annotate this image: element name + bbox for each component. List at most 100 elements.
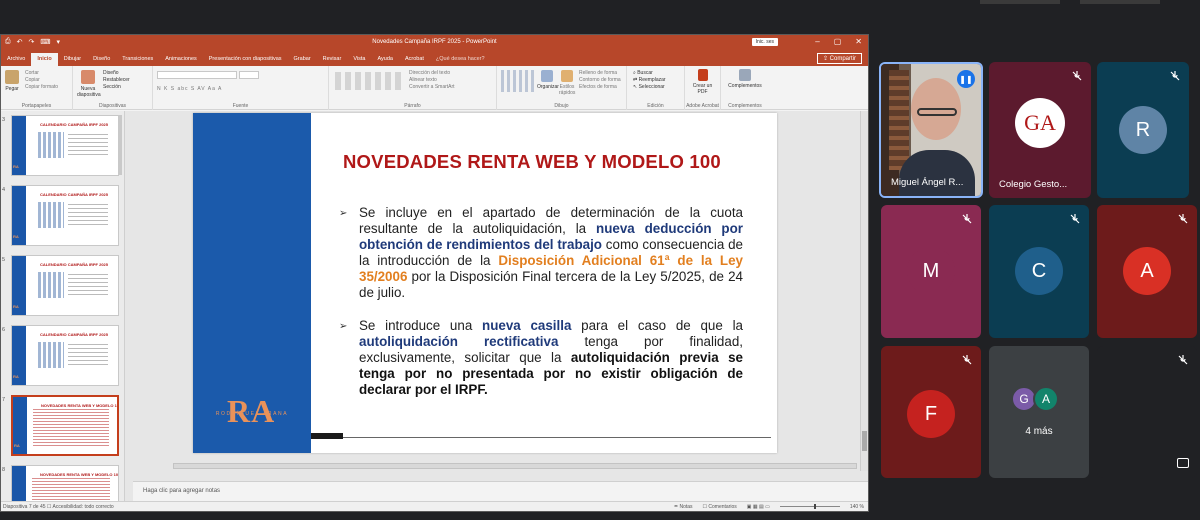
thumbnail-title: NOVEDADES RENTA WEB Y MODELO 100 [40,472,119,477]
bullet-marker: ➢ [339,208,348,219]
shapes-gallery[interactable] [501,70,535,92]
bullet-1-text: Se incluye en el apartado de determinaci… [359,205,743,301]
slide-thumbnail[interactable]: RA CALENDARIO CAMPAÑA IRPF 2025 [11,115,119,176]
thumbnail-logo: RA [13,374,19,379]
font-format-buttons[interactable]: N K S abc S AV Aa A [157,86,324,93]
tab-design[interactable]: Diseño [87,53,116,66]
minimize-icon[interactable]: – [815,37,819,46]
self-view-tile[interactable] [1097,346,1197,478]
notes-pane[interactable]: Haga clic para agregar notas [133,481,868,501]
tab-transitions[interactable]: Transiciones [116,53,159,66]
tab-home[interactable]: Inicio [31,53,58,66]
shape-effects-button[interactable]: Efectos de forma [579,84,621,91]
document-title: Novedades Campaña IRPF 2025 - PowerPoint [372,39,497,45]
text-direction-button[interactable]: Dirección del texto [409,70,455,77]
zoom-slider[interactable] [779,504,840,509]
font-family-input[interactable] [157,71,237,79]
participant-tile[interactable]: C [989,205,1089,338]
arrange-icon[interactable] [541,70,553,82]
slide-thumbnail[interactable]: RA NOVEDADES RENTA WEB Y MODELO 100 [11,395,119,456]
thumbnail-row[interactable]: 5 RA CALENDARIO CAMPAÑA IRPF 2025 [1,255,124,319]
find-button[interactable]: ⌕ Buscar [633,70,666,77]
participant-shirt [899,150,975,196]
quick-styles-icon[interactable] [561,70,573,82]
thumbnail-row[interactable]: 4 RA CALENDARIO CAMPAÑA IRPF 2025 [1,185,124,249]
slide-thumbnail[interactable]: RA NOVEDADES RENTA WEB Y MODELO 100 [11,465,119,501]
current-slide[interactable]: RA RODRÍGUEZ ARANA NOVEDADES RENTA WEB Y… [193,113,777,453]
title-bar: ⎙ ↶ ↷ ⌨ ▾ Novedades Campaña IRPF 2025 - … [1,35,868,51]
thumbnail-row[interactable]: 6 RA CALENDARIO CAMPAÑA IRPF 2025 [1,325,124,389]
participant-tile[interactable]: M [881,205,981,338]
tab-help[interactable]: Ayuda [371,53,399,66]
powerpoint-window: ⎙ ↶ ↷ ⌨ ▾ Novedades Campaña IRPF 2025 - … [0,34,869,512]
mic-off-icon [1072,71,1082,81]
addins-icon[interactable] [739,69,751,81]
thumbnail-scrollbar[interactable] [118,115,122,175]
paragraph-buttons[interactable] [335,72,401,90]
close-icon[interactable]: ✕ [855,37,862,46]
share-button[interactable]: ⇪ Compartir [816,53,862,64]
thumbnail-row[interactable]: 7 RA NOVEDADES RENTA WEB Y MODELO 100 [1,395,124,459]
select-label: Seleccionar [638,84,665,90]
tab-record[interactable]: Grabar [288,53,317,66]
font-size-input[interactable] [239,71,259,79]
screen: ⎙ ↶ ↷ ⌨ ▾ Novedades Campaña IRPF 2025 - … [0,0,1200,520]
slide-thumbnail[interactable]: RA CALENDARIO CAMPAÑA IRPF 2025 [11,185,119,246]
thumbnail-text [68,274,108,298]
format-painter-button[interactable]: Copiar formato [25,84,58,91]
participant-tile[interactable]: R [1097,62,1189,198]
tell-me-search[interactable]: ¿Qué desea hacer? [430,53,491,66]
layout-button[interactable]: Diseño [103,70,130,77]
fullscreen-icon[interactable] [1177,458,1189,468]
notes-toggle[interactable]: ≐ Notas [674,504,693,510]
horizontal-scrollbar[interactable] [173,463,857,469]
new-slide-icon[interactable] [81,70,95,84]
shape-fill-button[interactable]: Relleno de forma [579,70,621,77]
replace-button[interactable]: ⇄ Reemplazar [633,77,666,84]
tab-draw[interactable]: Dibujar [58,53,87,66]
thumbnail-title: CALENDARIO CAMPAÑA IRPF 2025 [40,262,109,267]
participant-tile[interactable]: GA Colegio Gesto... [989,62,1091,198]
slide-thumbnail[interactable]: RA CALENDARIO CAMPAÑA IRPF 2025 [11,255,119,316]
tab-view[interactable]: Vista [347,53,371,66]
thumbnail-title: CALENDARIO CAMPAÑA IRPF 2025 [40,332,109,337]
more-participants-tile[interactable]: G A 4 más [989,346,1089,478]
slide-thumbnail[interactable]: RA CALENDARIO CAMPAÑA IRPF 2025 [11,325,119,386]
tab-review[interactable]: Revisar [317,53,348,66]
smartart-button[interactable]: Convertir a SmartArt [409,84,455,91]
reset-button[interactable]: Restablecer [103,77,130,84]
tab-animations[interactable]: Animaciones [159,53,203,66]
participant-tile-video[interactable]: ❚❚ Miguel Ángel R... [879,62,983,198]
text-run: para el caso de que la [571,318,743,333]
participant-tile[interactable]: A [1097,205,1197,338]
cut-button[interactable]: Cortar [25,70,58,77]
comments-toggle[interactable]: ☐ Comentarios [703,504,737,510]
tab-acrobat[interactable]: Acrobat [399,53,430,66]
thumbnail-blue-band: RA [12,326,26,385]
participant-avatar-small: A [1033,386,1059,412]
tab-file[interactable]: Archivo [1,53,31,66]
thumbnail-title: NOVEDADES RENTA WEB Y MODELO 100 [41,403,119,408]
scroll-thumb[interactable] [862,431,867,451]
thumbnail-row[interactable]: 8 RA NOVEDADES RENTA WEB Y MODELO 100 [1,465,124,501]
select-button[interactable]: ↖ Seleccionar [633,84,666,91]
zoom-level[interactable]: 140 % [850,504,864,510]
view-buttons[interactable]: ▣ ▦ ▤ ▭ [747,504,770,510]
company-logo-subtitle: RODRÍGUEZ ARANA [215,411,289,417]
status-right: ≐ Notas ☐ Comentarios ▣ ▦ ▤ ▭ 140 % [674,504,864,510]
slide-number: 5 [2,257,6,263]
participant-tile[interactable]: F [881,346,981,478]
sign-in-button[interactable]: Inic. ses [751,38,778,46]
align-text-button[interactable]: Alinear texto [409,77,455,84]
paste-icon[interactable] [5,70,19,84]
shape-outline-button[interactable]: Contorno de forma [579,77,621,84]
maximize-icon[interactable]: ▢ [834,37,842,46]
slide-thumbnails-pane[interactable]: 3 RA CALENDARIO CAMPAÑA IRPF 2025 4 RA CALEND… [1,111,125,501]
tab-slideshow[interactable]: Presentación con diapositivas [203,53,288,66]
pdf-icon[interactable] [697,69,708,81]
thumbnail-row[interactable]: 3 RA CALENDARIO CAMPAÑA IRPF 2025 [1,115,124,179]
section-button[interactable]: Sección [103,84,130,91]
zoom-slider-thumb[interactable] [813,504,816,509]
copy-button[interactable]: Copiar [25,77,58,84]
vertical-scrollbar[interactable] [860,111,868,471]
